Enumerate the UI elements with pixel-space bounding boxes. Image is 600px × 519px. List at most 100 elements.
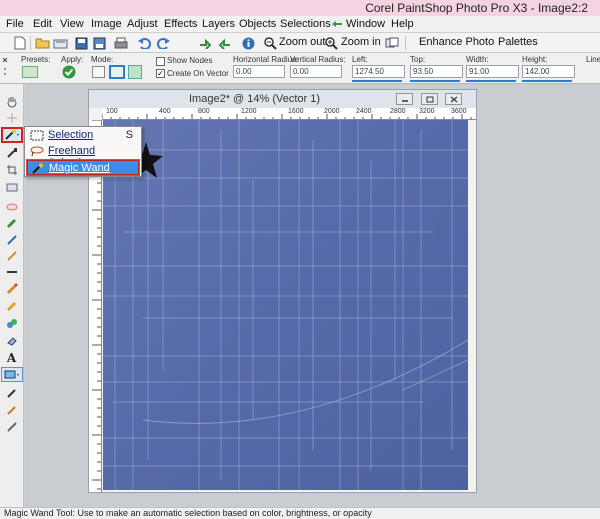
- minimize-icon[interactable]: [396, 93, 413, 105]
- zoom-in-icon[interactable]: [323, 35, 339, 51]
- pen-tool-icon[interactable]: [3, 385, 20, 400]
- left-slider[interactable]: [352, 80, 402, 82]
- new-file-icon[interactable]: [12, 35, 28, 51]
- menu-file[interactable]: File: [6, 18, 24, 30]
- pick-tool-icon[interactable]: [3, 110, 20, 125]
- menu-layers[interactable]: Layers: [202, 18, 235, 30]
- toolbar-separator: [405, 36, 406, 50]
- zoom-in-button[interactable]: Zoom in: [341, 36, 381, 48]
- menu-effects[interactable]: Effects: [164, 18, 197, 30]
- height-label: Height:: [522, 55, 548, 64]
- mode-rectangle-button[interactable]: [109, 65, 125, 79]
- presets-label: Presets:: [21, 55, 51, 64]
- vertical-radius-field[interactable]: 0.00: [290, 65, 342, 78]
- air-brush-icon[interactable]: [3, 298, 20, 313]
- dodge-tool-icon[interactable]: [3, 264, 20, 279]
- magic-wand-icon: [32, 163, 43, 174]
- presets-dropdown[interactable]: [22, 66, 38, 78]
- rectangle-shape-icon[interactable]: [1, 367, 23, 382]
- selections-arrows-icon: [332, 21, 342, 27]
- undo-icon[interactable]: [136, 35, 152, 51]
- selection-tool-icon[interactable]: [1, 127, 23, 143]
- create-on-vector-checkbox[interactable]: ✓: [156, 69, 165, 78]
- menu-image[interactable]: Image: [91, 18, 122, 30]
- menu-help[interactable]: Help: [391, 18, 414, 30]
- tools-palette: A: [0, 84, 24, 507]
- crop-tool-icon[interactable]: [3, 162, 20, 177]
- red-eye-tool-icon[interactable]: [3, 199, 20, 214]
- left-label: Left:: [352, 55, 368, 64]
- horizontal-radius-field[interactable]: 0.00: [233, 65, 285, 78]
- save-as-icon[interactable]: [91, 35, 107, 51]
- top-label: Top:: [410, 55, 426, 64]
- flyout-item-shortcut: S: [125, 129, 133, 141]
- flyout-item-label: Selection: [48, 129, 94, 141]
- scratch-remover-icon[interactable]: [3, 232, 20, 247]
- maximize-icon[interactable]: [421, 93, 438, 105]
- selection-marquee-icon: [30, 130, 44, 141]
- menu-view[interactable]: View: [60, 18, 84, 30]
- show-nodes-label: Show Nodes: [167, 56, 213, 65]
- selection-tools-flyout: Selection S Freehand Selection Magic Wan…: [24, 126, 142, 177]
- standard-toolbar: Zoom out Zoom in Enhance Photo Palettes: [0, 33, 600, 53]
- toolbar-separator: [30, 36, 31, 50]
- eraser-tool-icon[interactable]: [3, 332, 20, 347]
- zoom-out-icon[interactable]: [262, 35, 278, 51]
- flyout-item-magic-wand[interactable]: Magic Wand: [27, 160, 139, 175]
- mesh-warp-icon[interactable]: [3, 419, 20, 434]
- status-bar: Magic Wand Tool: Use to make an automati…: [0, 507, 600, 519]
- menu-edit[interactable]: Edit: [33, 18, 52, 30]
- open-folder-icon[interactable]: [34, 35, 50, 51]
- horizontal-ruler[interactable]: 100 400 800 1200 1600 2000 2400 2800 320…: [102, 108, 476, 120]
- redo-icon[interactable]: [156, 35, 172, 51]
- menu-adjust[interactable]: Adjust: [127, 18, 158, 30]
- flyout-item-label: Magic Wand: [49, 162, 110, 174]
- forward-arrow-icon[interactable]: [197, 35, 213, 51]
- height-slider[interactable]: [522, 80, 572, 82]
- top-field[interactable]: 93.50: [410, 65, 463, 78]
- apply-label: Apply:: [61, 55, 84, 64]
- menu-selections[interactable]: Selections: [280, 18, 331, 30]
- show-nodes-checkbox[interactable]: [156, 57, 165, 66]
- document-title: Image2* @ 14% (Vector 1): [189, 93, 321, 105]
- paint-brush-icon[interactable]: [3, 281, 20, 296]
- document-title-bar: Image2* @ 14% (Vector 1): [89, 90, 476, 108]
- mode-label: Mode:: [91, 55, 114, 64]
- move-tool-icon[interactable]: [3, 179, 20, 194]
- apply-check-icon[interactable]: [62, 65, 76, 79]
- menu-objects[interactable]: Objects: [239, 18, 276, 30]
- left-field[interactable]: 1274.50: [352, 65, 405, 78]
- fit-window-icon[interactable]: [384, 35, 400, 51]
- app-title-bar: Corel PaintShop Photo Pro X3 - Image2:2: [0, 0, 600, 16]
- line-label: Line: [586, 55, 600, 64]
- color-replacer-icon[interactable]: [3, 315, 20, 330]
- browse-icon[interactable]: [52, 35, 68, 51]
- info-icon[interactable]: [240, 35, 256, 51]
- mode-draw-button[interactable]: [92, 66, 105, 78]
- lasso-icon: [30, 146, 44, 157]
- text-tool-icon[interactable]: A: [3, 350, 20, 365]
- save-icon[interactable]: [73, 35, 89, 51]
- tool-options-bar: Presets: Apply: Mode: Show Nodes ✓ Creat…: [0, 53, 600, 84]
- eyedropper-tool-icon[interactable]: [3, 145, 20, 160]
- palettes-button[interactable]: Palettes: [498, 36, 538, 48]
- menu-window[interactable]: Window: [346, 18, 385, 30]
- width-field[interactable]: 91.00: [466, 65, 519, 78]
- pan-tool-icon[interactable]: [3, 94, 20, 109]
- close-icon[interactable]: [445, 93, 462, 105]
- height-field[interactable]: 142.00: [522, 65, 575, 78]
- zoom-out-button[interactable]: Zoom out: [279, 36, 325, 48]
- width-slider[interactable]: [466, 80, 516, 82]
- warp-brush-icon[interactable]: [3, 402, 20, 417]
- enhance-photo-button[interactable]: Enhance Photo: [419, 36, 494, 48]
- mode-ellipse-button[interactable]: [128, 65, 142, 79]
- flyout-item-selection[interactable]: Selection S: [27, 128, 139, 143]
- grip-icon: [2, 57, 8, 75]
- print-icon[interactable]: [113, 35, 129, 51]
- flyout-item-freehand-selection[interactable]: Freehand Selection: [27, 144, 139, 169]
- width-label: Width:: [466, 55, 489, 64]
- clone-brush-icon[interactable]: [3, 215, 20, 230]
- top-slider[interactable]: [410, 80, 460, 82]
- back-arrow-icon[interactable]: [217, 35, 233, 51]
- lighten-darken-icon[interactable]: [3, 248, 20, 263]
